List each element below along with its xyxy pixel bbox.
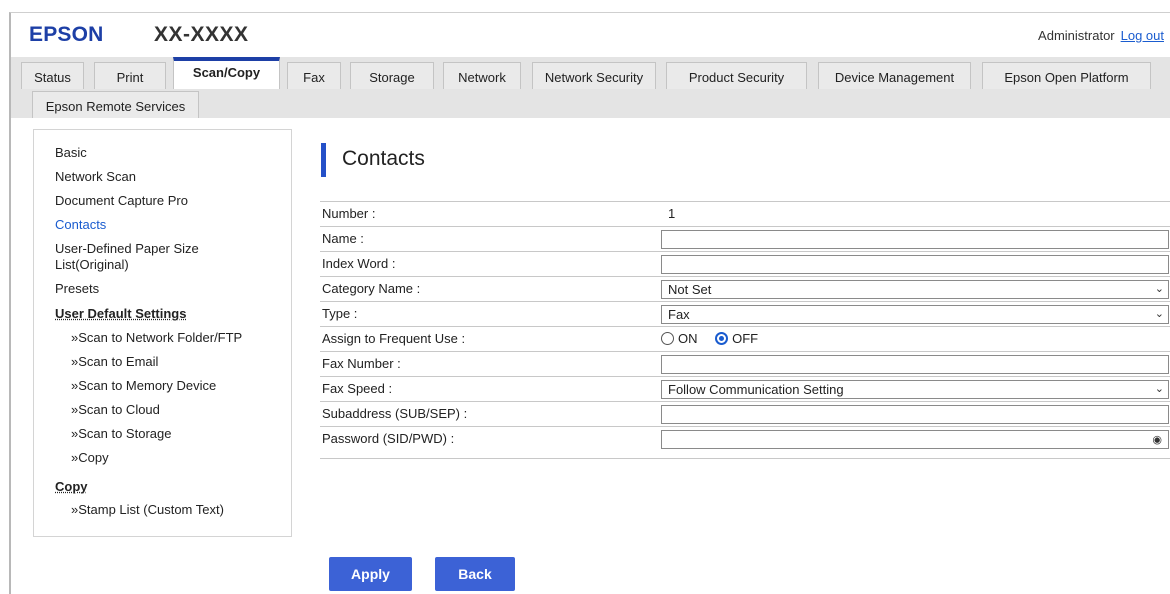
tab-print[interactable]: Print (94, 62, 166, 89)
index-word-input[interactable] (661, 255, 1169, 274)
tab-product-security[interactable]: Product Security (666, 62, 807, 89)
row-password: Password (SID/PWD) : ◉ (320, 426, 1170, 459)
sidebar-nav: Basic Network Scan Document Capture Pro … (33, 129, 292, 537)
password-label: Password (SID/PWD) : (322, 431, 455, 446)
brand-logo: EPSON (29, 23, 104, 46)
row-fax-number: Fax Number : (320, 351, 1170, 376)
row-category: Category Name : Not Set ⌄ (320, 276, 1170, 301)
sidebar-item-network-scan[interactable]: Network Scan (55, 169, 136, 185)
name-input[interactable] (661, 230, 1169, 249)
sidebar-item-contacts[interactable]: Contacts (55, 217, 106, 233)
radio-off[interactable] (715, 332, 729, 345)
row-index-word: Index Word : (320, 251, 1170, 276)
sidebar-item-presets[interactable]: Presets (55, 281, 99, 297)
row-type: Type : Fax ⌄ (320, 301, 1170, 326)
user-name: Administrator (1038, 28, 1115, 43)
tab-epson-remote-services[interactable]: Epson Remote Services (32, 91, 199, 118)
tab-fax[interactable]: Fax (287, 62, 341, 89)
page-title: Contacts (342, 147, 425, 170)
apply-button[interactable]: Apply (329, 557, 412, 591)
fax-speed-value: Follow Communication Setting (668, 382, 844, 397)
sidebar-item-copy-default[interactable]: »Copy (71, 450, 109, 466)
category-label: Category Name : (322, 281, 421, 296)
radio-on-label[interactable]: ON (678, 331, 698, 346)
sidebar-item-user-defined-paper-size[interactable]: User-Defined Paper Size (55, 241, 199, 257)
tab-epson-open-platform[interactable]: Epson Open Platform (982, 62, 1151, 89)
subaddress-label: Subaddress (SUB/SEP) : (322, 406, 468, 421)
tab-scan-copy[interactable]: Scan/Copy (173, 57, 280, 89)
sidebar-heading-copy: Copy (55, 479, 88, 494)
sidebar-heading-user-default-settings: User Default Settings (55, 306, 187, 321)
row-name: Name : (320, 226, 1170, 251)
fax-number-input[interactable] (661, 355, 1169, 374)
title-accent-bar (321, 143, 326, 177)
sidebar-item-stamp-list[interactable]: »Stamp List (Custom Text) (71, 502, 224, 518)
sidebar-item-list-original[interactable]: List(Original) (55, 257, 129, 273)
number-value: 1 (668, 206, 676, 221)
index-word-label: Index Word : (322, 256, 396, 271)
name-label: Name : (322, 231, 364, 246)
back-button[interactable]: Back (435, 557, 515, 591)
sidebar-item-scan-to-storage[interactable]: »Scan to Storage (71, 426, 171, 442)
category-select[interactable]: Not Set ⌄ (661, 280, 1169, 299)
tab-network[interactable]: Network (443, 62, 521, 89)
sidebar-item-scan-to-memory-device[interactable]: »Scan to Memory Device (71, 378, 216, 394)
subaddress-input[interactable] (661, 405, 1169, 424)
tab-status[interactable]: Status (21, 62, 84, 89)
sidebar-item-document-capture-pro[interactable]: Document Capture Pro (55, 193, 188, 209)
chevron-down-icon: ⌄ (1154, 383, 1164, 395)
password-input[interactable]: ◉ (661, 430, 1169, 449)
row-number: Number : 1 (320, 201, 1170, 226)
fax-speed-label: Fax Speed : (322, 381, 393, 396)
radio-off-label[interactable]: OFF (732, 331, 758, 346)
fax-number-label: Fax Number : (322, 356, 401, 371)
eye-icon[interactable]: ◉ (1152, 432, 1162, 449)
row-subaddress: Subaddress (SUB/SEP) : (320, 401, 1170, 426)
chevron-down-icon: ⌄ (1154, 308, 1164, 320)
category-value: Not Set (668, 282, 712, 297)
frequent-use-label: Assign to Frequent Use : (322, 331, 466, 346)
fax-speed-select[interactable]: Follow Communication Setting ⌄ (661, 380, 1169, 399)
chevron-down-icon: ⌄ (1154, 283, 1164, 295)
radio-on[interactable] (661, 332, 674, 345)
type-select[interactable]: Fax ⌄ (661, 305, 1169, 324)
number-label: Number : (322, 206, 376, 221)
type-value: Fax (668, 307, 690, 322)
sidebar-item-basic[interactable]: Basic (55, 145, 87, 161)
sidebar-item-scan-to-email[interactable]: »Scan to Email (71, 354, 158, 370)
header: EPSON XX-XXXX Administrator Log out (11, 13, 1170, 57)
tab-network-security[interactable]: Network Security (532, 62, 656, 89)
tab-device-management[interactable]: Device Management (818, 62, 971, 89)
row-frequent-use: Assign to Frequent Use : ON OFF (320, 326, 1170, 351)
frequent-use-radio-group: ON OFF (661, 331, 772, 346)
type-label: Type : (322, 306, 358, 321)
sidebar-item-scan-to-network-folder[interactable]: »Scan to Network Folder/FTP (71, 330, 242, 346)
row-fax-speed: Fax Speed : Follow Communication Setting… (320, 376, 1170, 401)
model-name: XX-XXXX (154, 23, 249, 46)
sidebar-item-scan-to-cloud[interactable]: »Scan to Cloud (71, 402, 160, 418)
tab-storage[interactable]: Storage (350, 62, 434, 89)
user-area: Administrator Log out (1038, 28, 1164, 43)
logout-link[interactable]: Log out (1121, 28, 1164, 43)
